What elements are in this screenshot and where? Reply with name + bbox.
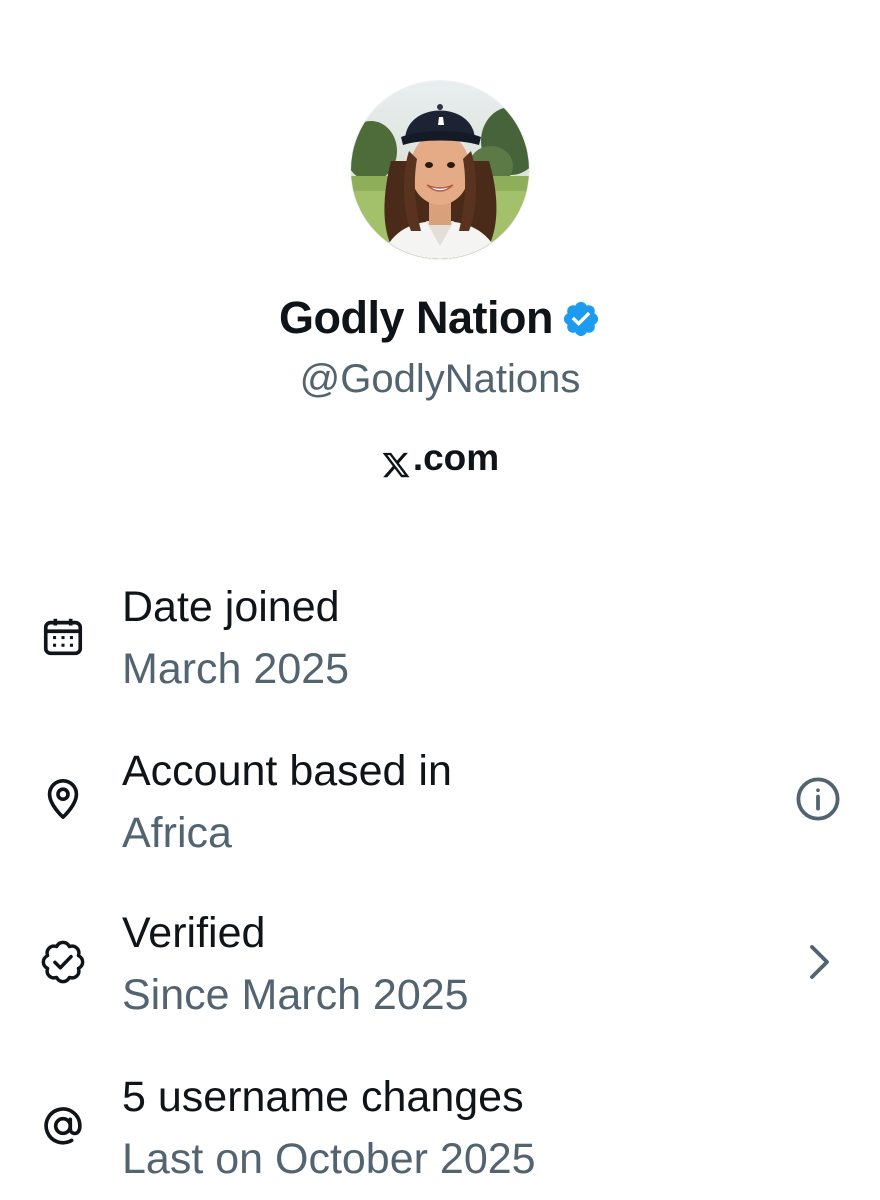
chevron-right-icon[interactable] <box>794 938 842 986</box>
detail-value: Since March 2025 <box>122 971 469 1019</box>
location-pin-icon <box>40 776 86 822</box>
verified-badge-icon[interactable] <box>561 299 601 339</box>
detail-title: 5 username changes <box>122 1073 524 1121</box>
info-icon[interactable] <box>794 775 842 823</box>
detail-row-account-based-in: Account based in Africa <box>0 734 880 874</box>
display-name: Godly Nation <box>279 292 554 343</box>
detail-row-username-changes: 5 username changes Last on October 2025 <box>0 1060 880 1200</box>
x-logo-icon <box>381 443 411 478</box>
detail-row-verified[interactable]: Verified Since March 2025 <box>0 896 880 1036</box>
detail-row-date-joined: Date joined March 2025 <box>0 570 880 710</box>
verified-check-icon <box>40 939 86 985</box>
detail-title: Date joined <box>122 583 340 631</box>
detail-value: Last on October 2025 <box>122 1135 536 1183</box>
name-row: Godly Nation <box>0 290 880 346</box>
at-sign-icon <box>40 1103 86 1149</box>
source-link[interactable]: .com <box>0 433 880 483</box>
detail-title: Verified <box>122 909 266 957</box>
calendar-icon <box>40 614 86 660</box>
avatar[interactable] <box>351 81 529 259</box>
detail-title: Account based in <box>122 747 452 795</box>
detail-value: Africa <box>122 809 232 857</box>
profile-photo <box>351 81 529 259</box>
username-handle: @GodlyNations <box>299 357 581 401</box>
detail-value: March 2025 <box>122 645 350 693</box>
source-label: .com <box>412 437 500 478</box>
